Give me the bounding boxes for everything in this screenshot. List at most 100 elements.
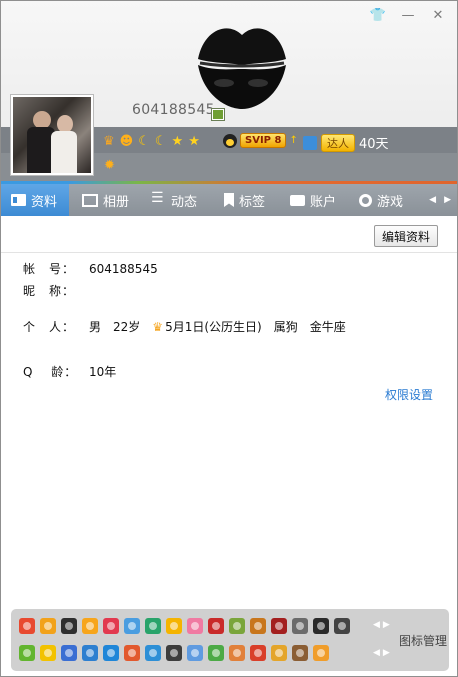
star-icon: ★ (171, 134, 184, 149)
game-icon (359, 193, 372, 207)
service-icon[interactable] (313, 645, 329, 661)
service-icon[interactable] (187, 618, 203, 634)
service-icon[interactable] (229, 645, 245, 661)
account-label: 帐 号： (23, 262, 76, 276)
window-controls: 👕 — ✕ (369, 8, 447, 24)
star-sign-value: 金牛座 (309, 320, 346, 334)
service-icon-row (19, 618, 350, 634)
tab-scroll-arrows: ◀ ▶ (429, 184, 451, 216)
service-icon[interactable] (313, 618, 329, 634)
close-icon[interactable]: ✕ (429, 8, 447, 24)
icon-row-scroll: ◀ ▶ (373, 620, 390, 630)
service-icon[interactable] (103, 618, 119, 634)
moon-icon: ☾ (154, 134, 167, 149)
service-icon[interactable] (250, 645, 266, 661)
service-icon[interactable] (292, 618, 308, 634)
tab-account-label: 账户 (310, 194, 337, 210)
icon-manage-link[interactable]: 图标管理 (399, 632, 447, 649)
daren-icon (303, 135, 317, 150)
service-icon[interactable] (208, 645, 224, 661)
crown-icon: ♛ (103, 134, 115, 149)
service-icon[interactable] (145, 645, 161, 661)
star-icon: ★ (188, 134, 200, 149)
profile-header: 👕 — ✕ 604188545 ♛ ☻ ☾ ☾ ★ ★ ✹ SVIP 8 ↑ 达… (1, 1, 457, 184)
tag-icon (224, 193, 234, 207)
account-row: 帐 号： 604188545 (23, 260, 170, 277)
personal-label: 个 人： (23, 320, 76, 334)
service-icon[interactable] (103, 645, 119, 661)
tab-scroll-right-icon[interactable]: ▶ (444, 195, 451, 205)
service-icon[interactable] (166, 645, 182, 661)
level-badges[interactable]: ♛ ☻ ☾ ☾ ★ ★ (103, 135, 200, 149)
scroll-right-icon[interactable]: ▶ (383, 648, 390, 658)
cover-lips-image (198, 28, 286, 109)
profile-window: 👕 — ✕ 604188545 ♛ ☻ ☾ ☾ ★ ★ ✹ SVIP 8 ↑ 达… (0, 0, 458, 677)
tab-profile-label: 资料 (31, 194, 58, 210)
age-value: 22岁 (113, 320, 141, 334)
service-icon[interactable] (145, 618, 161, 634)
scroll-left-icon[interactable]: ◀ (373, 648, 380, 658)
album-icon (82, 193, 98, 207)
service-icon[interactable] (61, 618, 77, 634)
service-icon[interactable] (82, 645, 98, 661)
service-icon[interactable] (19, 645, 35, 661)
service-icon[interactable] (61, 645, 77, 661)
moon-icon: ☾ (138, 134, 150, 149)
tab-profile[interactable]: 资料 (1, 184, 69, 216)
tab-games-label: 游戏 (377, 194, 404, 210)
qage-value: 10年 (89, 365, 117, 379)
service-icon[interactable] (40, 618, 56, 634)
feed-icon (151, 190, 166, 206)
service-icon[interactable] (19, 618, 35, 634)
service-icon[interactable] (166, 618, 182, 634)
tab-scroll-left-icon[interactable]: ◀ (429, 195, 436, 205)
service-icon[interactable] (187, 645, 203, 661)
service-icon[interactable] (292, 645, 308, 661)
service-icon[interactable] (271, 618, 287, 634)
tab-feed[interactable]: 动态 (151, 184, 197, 216)
edit-sign-icon[interactable] (212, 109, 224, 120)
daren-label: 达人 (321, 133, 355, 152)
service-icon[interactable] (334, 618, 350, 634)
skin-icon[interactable]: 👕 (369, 8, 387, 24)
tab-tags-label: 标签 (239, 194, 266, 210)
service-icon[interactable] (124, 645, 140, 661)
service-icon[interactable] (82, 618, 98, 634)
gender-value: 男 (89, 320, 102, 334)
service-icon[interactable] (271, 645, 287, 661)
icon-row-scroll: ◀ ▶ (373, 648, 390, 658)
tab-tags[interactable]: 标签 (224, 184, 265, 216)
service-icon[interactable] (250, 618, 266, 634)
personal-row: 个 人： 男 22岁 ♛ 5月1日(公历生日) 属狗 金牛座 (23, 318, 358, 335)
svip-label: SVIP 8 (240, 133, 287, 148)
service-icon[interactable] (124, 618, 140, 634)
daren-badge[interactable]: 达人 40天 (303, 133, 389, 152)
sun-icon: ✹ (104, 158, 115, 173)
tab-account[interactable]: 账户 (290, 184, 336, 216)
zodiac-value: 属狗 (273, 320, 298, 334)
penguin-icon (223, 133, 237, 148)
account-value: 604188545 (89, 261, 158, 276)
service-icon[interactable] (40, 645, 56, 661)
scroll-right-icon[interactable]: ▶ (383, 620, 390, 630)
minimize-icon[interactable]: — (399, 8, 417, 24)
service-icon-panel: ◀ ▶ ◀ ▶ 图标管理 (11, 609, 449, 671)
tab-album[interactable]: 相册 (82, 184, 129, 216)
avatar[interactable] (11, 95, 93, 175)
tab-games[interactable]: 游戏 (359, 184, 403, 216)
permission-settings-link[interactable]: 权限设置 (385, 386, 433, 403)
birthday-value: 5月1日(公历生日) (165, 320, 262, 334)
tab-feed-label: 动态 (171, 194, 198, 210)
service-icon[interactable] (229, 618, 245, 634)
tab-album-label: 相册 (103, 194, 130, 210)
tab-bar: 资料 相册 动态 标签 账户 游戏 ◀ ▶ (1, 184, 457, 216)
service-icon-row (19, 645, 329, 661)
nickname-row: 昵 称： (23, 282, 101, 299)
edit-profile-button[interactable]: 编辑资料 (373, 225, 438, 247)
svip-badge[interactable]: SVIP 8 ↑ (223, 133, 298, 148)
scroll-left-icon[interactable]: ◀ (373, 620, 380, 630)
wallet-icon (290, 194, 305, 206)
nickname-text: 604188545 (132, 102, 215, 118)
service-icon[interactable] (208, 618, 224, 634)
qage-row: Q 龄： 10年 (23, 363, 128, 380)
